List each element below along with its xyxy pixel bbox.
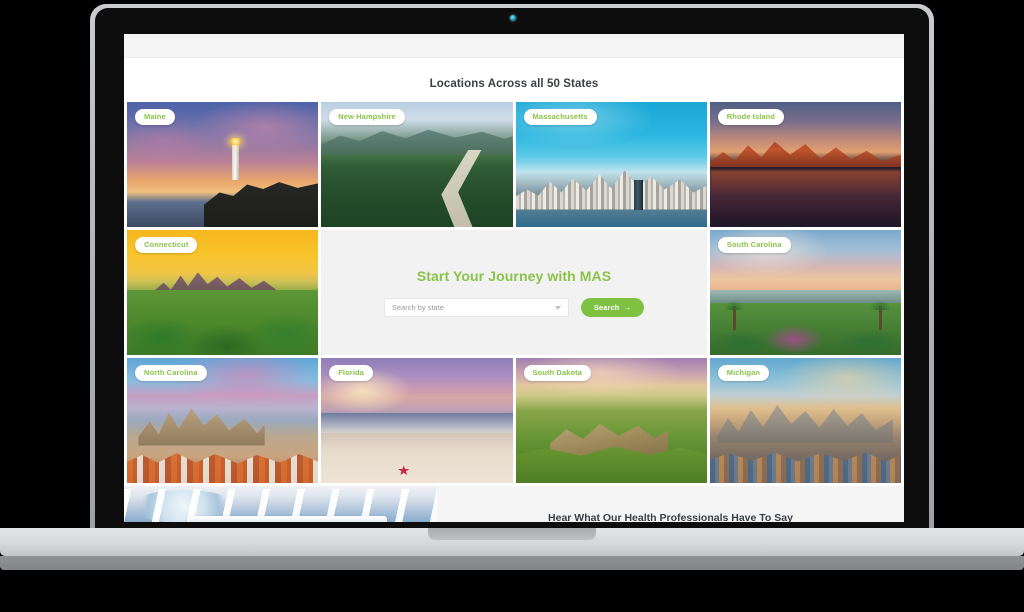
search-button-label: Search <box>593 303 620 312</box>
state-tile-maine[interactable]: Maine <box>127 102 319 227</box>
search-heading: Start Your Journey with MAS <box>416 268 612 284</box>
state-tile-florida[interactable]: Florida <box>321 358 513 483</box>
state-badge: New Hampshire <box>329 109 405 125</box>
state-tile-michigan[interactable]: Michigan <box>709 358 901 483</box>
state-badge: Michigan <box>717 365 770 381</box>
state-tile-connecticut[interactable]: Connecticut <box>127 230 319 355</box>
state-badge: Connecticut <box>135 237 198 253</box>
state-select-value: Search by state <box>391 303 444 312</box>
state-select[interactable]: Search by state <box>383 298 569 317</box>
state-tile-south-carolina[interactable]: South Carolina <box>709 230 901 355</box>
palm-tree-icon <box>869 300 891 330</box>
testimonials-heading-wrap: Hear What Our Health Professionals Have … <box>437 486 904 522</box>
state-badge: Rhode Island <box>717 109 785 125</box>
state-badge: Florida <box>329 365 373 381</box>
states-grid: Maine New Hampshire Massachusetts Rhode … <box>124 102 904 483</box>
arrow-right-icon: → <box>623 303 632 312</box>
state-badge: North Carolina <box>135 365 207 381</box>
state-tile-new-hampshire[interactable]: New Hampshire <box>321 102 513 227</box>
clinic-operating-room-photo <box>124 486 437 522</box>
laptop-mockup: Locations Across all 50 States Maine New… <box>0 0 1024 612</box>
skyscraper-icon <box>634 179 644 210</box>
search-button[interactable]: Search → <box>580 298 645 317</box>
state-tile-south-dakota[interactable]: South Dakota <box>515 358 707 483</box>
browser-viewport: Locations Across all 50 States Maine New… <box>124 34 904 522</box>
page-title: Locations Across all 50 States <box>429 78 599 90</box>
search-panel: Start Your Journey with MAS Search by st… <box>321 230 707 355</box>
testimonials-band: Hear What Our Health Professionals Have … <box>124 486 904 522</box>
site-top-strip <box>124 34 904 58</box>
search-row: Search by state Search → <box>383 298 645 317</box>
palm-tree-icon <box>723 300 745 330</box>
state-badge: Massachusetts <box>523 109 597 125</box>
laptop-base-notch <box>428 528 596 540</box>
lighthouse-icon <box>230 137 242 180</box>
laptop-base-front-edge <box>0 556 1024 570</box>
state-tile-rhode-island[interactable]: Rhode Island <box>709 102 901 227</box>
state-tile-north-carolina[interactable]: North Carolina <box>127 358 319 483</box>
state-badge: Maine <box>135 109 175 125</box>
chevron-down-icon <box>554 305 561 310</box>
surgical-light-arm-icon <box>186 516 387 522</box>
testimonials-heading: Hear What Our Health Professionals Have … <box>548 511 793 523</box>
camera-dot-icon <box>510 15 516 21</box>
state-badge: South Dakota <box>523 365 592 381</box>
state-tile-massachusetts[interactable]: Massachusetts <box>515 102 707 227</box>
state-badge: South Carolina <box>717 237 791 253</box>
